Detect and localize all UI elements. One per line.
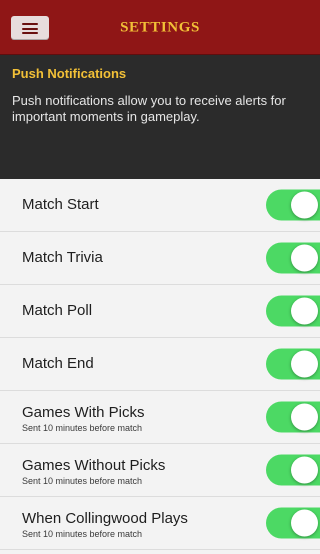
match-trivia-toggle[interactable] <box>266 242 320 274</box>
notice-title: Push Notifications <box>12 66 127 81</box>
setting-row-match-end: Match End <box>0 338 320 391</box>
setting-label: Games Without Picks <box>22 457 166 474</box>
toggle-knob <box>291 403 318 431</box>
notice-description: Push notifications allow you to receive … <box>12 93 286 124</box>
toggle-knob <box>291 297 318 325</box>
setting-row-match-poll: Match Poll <box>0 285 320 338</box>
match-poll-toggle[interactable] <box>266 295 320 327</box>
setting-row-games-without-picks: Games Without Picks Sent 10 minutes befo… <box>0 444 320 497</box>
setting-label: Match Start <box>22 196 99 213</box>
games-with-picks-toggle[interactable] <box>266 401 320 433</box>
setting-label: Games With Picks <box>22 404 145 421</box>
app-header: SETTINGS <box>0 0 320 55</box>
setting-row-games-with-picks: Games With Picks Sent 10 minutes before … <box>0 391 320 444</box>
setting-subtitle: Sent 10 minutes before match <box>22 423 143 433</box>
notification-settings-list: Match Start Match Trivia Match Poll Matc… <box>0 179 320 550</box>
page-title: SETTINGS <box>120 19 200 36</box>
when-collingwood-plays-toggle[interactable] <box>266 507 320 539</box>
games-without-picks-toggle[interactable] <box>266 454 320 486</box>
setting-label: Match Poll <box>22 302 93 319</box>
toggle-knob <box>291 244 318 272</box>
toggle-knob <box>291 191 318 219</box>
setting-row-match-trivia: Match Trivia <box>0 232 320 285</box>
setting-label: Match Trivia <box>22 249 103 266</box>
match-end-toggle[interactable] <box>266 348 320 380</box>
setting-label: Match End <box>22 355 94 372</box>
setting-subtitle: Sent 10 minutes before match <box>22 476 143 486</box>
setting-subtitle: Sent 10 minutes before match <box>22 529 143 539</box>
setting-row-match-start: Match Start <box>0 179 320 232</box>
toggle-knob <box>291 509 318 537</box>
match-start-toggle[interactable] <box>266 189 320 221</box>
settings-screen: SETTINGS Push Notifications Push notific… <box>0 0 320 554</box>
push-notifications-info: Push Notifications Push notifications al… <box>0 55 320 179</box>
toggle-knob <box>291 350 318 378</box>
toggle-knob <box>291 456 318 484</box>
setting-row-when-collingwood-plays: When Collingwood Plays Sent 10 minutes b… <box>0 497 320 550</box>
setting-label: When Collingwood Plays <box>22 510 188 527</box>
